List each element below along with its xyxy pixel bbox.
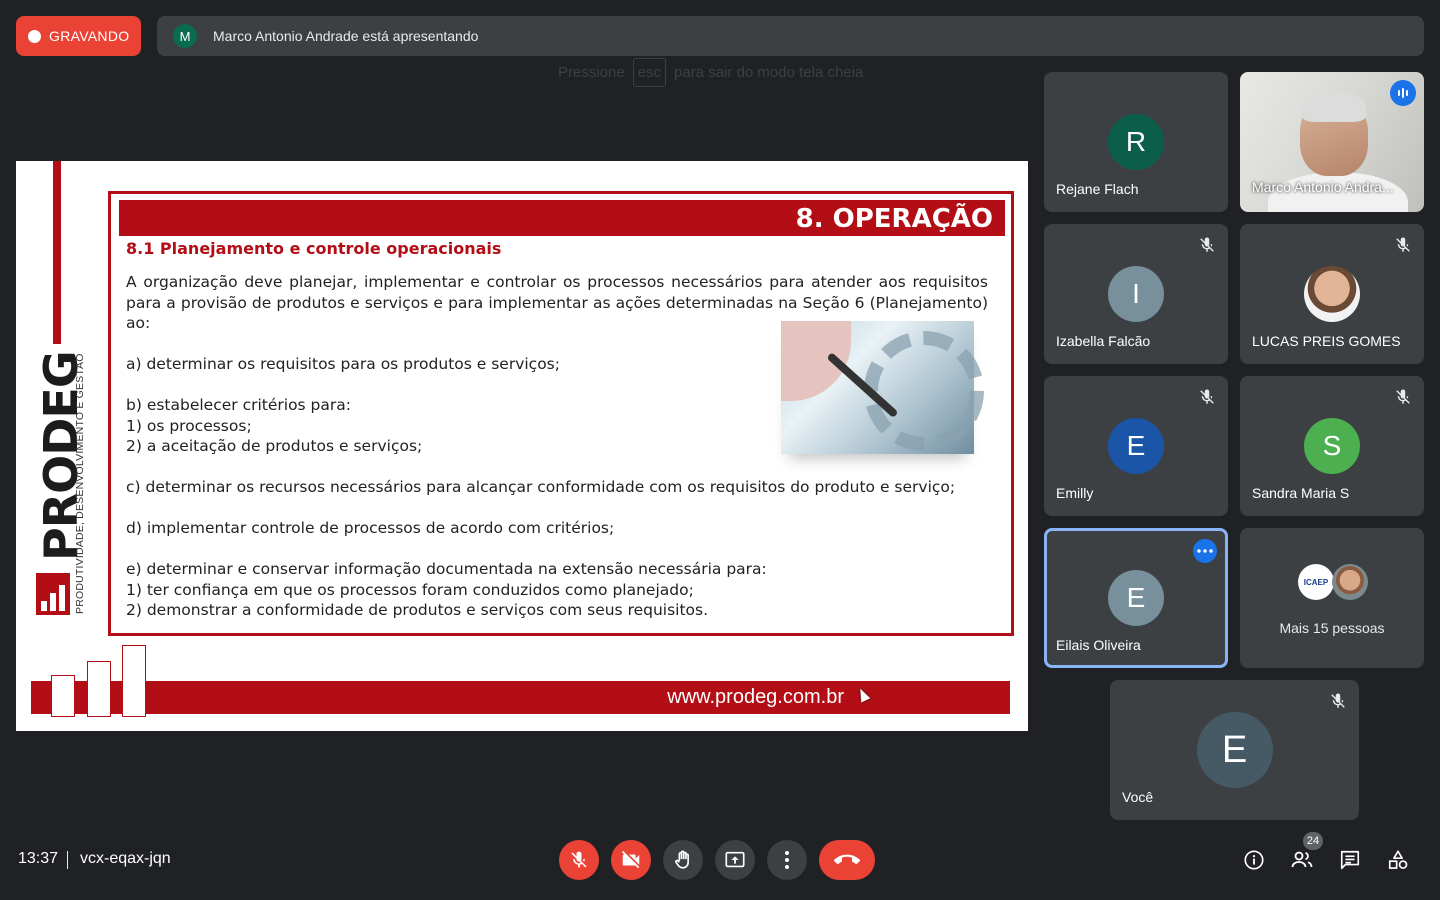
participant-name: Emilly xyxy=(1056,485,1094,501)
people-icon xyxy=(1291,851,1313,868)
presenter-text: Marco Antonio Andrade está apresentando xyxy=(213,28,479,44)
presenter-avatar: M xyxy=(173,24,197,48)
slide-item-e: e) determinar e conservar informação doc… xyxy=(126,560,767,578)
participant-count-badge: 24 xyxy=(1303,832,1323,850)
avatar: E xyxy=(1108,418,1164,474)
slide-pen-gear-image xyxy=(781,321,984,454)
avatar: E xyxy=(1196,712,1273,788)
participant-name: Rejane Flach xyxy=(1056,181,1139,197)
slide-header-bar: 8. OPERAÇÃO xyxy=(119,200,1005,236)
self-tile[interactable]: E Você xyxy=(1110,680,1359,820)
avatar: R xyxy=(1108,114,1164,170)
fullscreen-hint: Pressione esc para sair do modo tela che… xyxy=(558,57,864,87)
activities-icon xyxy=(1388,850,1408,869)
chat-icon xyxy=(1340,850,1360,870)
raise-hand-button[interactable] xyxy=(663,840,703,880)
more-options-icon xyxy=(785,851,789,869)
prodeg-logo-mark xyxy=(36,573,70,615)
present-icon xyxy=(725,851,745,868)
end-call-icon xyxy=(834,854,860,865)
participant-tile-izabella[interactable]: I Izabella Falcão xyxy=(1044,224,1228,364)
speaking-indicator-icon xyxy=(1390,80,1416,106)
camera-toggle-button[interactable] xyxy=(611,840,651,880)
slide-accent-line xyxy=(53,161,61,344)
fullscreen-hint-after: para sair do modo tela cheia xyxy=(674,63,864,81)
avatar: E xyxy=(1108,570,1164,626)
slide-subtitle: 8.1 Planejamento e controle operacionais xyxy=(126,239,502,258)
participant-name: LUCAS PREIS GOMES xyxy=(1252,333,1401,349)
participant-name: Sandra Maria S xyxy=(1252,485,1350,501)
participant-name: Eilais Oliveira xyxy=(1056,637,1141,653)
more-participants-tile[interactable]: ICAEP Mais 15 pessoas xyxy=(1240,528,1424,668)
fullscreen-hint-before: Pressione xyxy=(558,63,625,81)
clock: 13:37 xyxy=(18,850,59,867)
leave-call-button[interactable] xyxy=(819,840,875,880)
avatar: I xyxy=(1108,266,1164,322)
recording-label: GRAVANDO xyxy=(49,28,130,44)
participant-tile-emilly[interactable]: E Emilly xyxy=(1044,376,1228,516)
mic-off-icon xyxy=(1396,237,1410,252)
mic-off-icon xyxy=(571,851,587,868)
slide-item-e2: 2) demonstrar a conformidade de produtos… xyxy=(126,601,709,619)
slide-content-box: 8. OPERAÇÃO 8.1 Planejamento e controle … xyxy=(108,191,1014,636)
presentation-slide: PRODEG PRODUTIVIDADE, DESENVOLVIMENTO E … xyxy=(16,161,1028,731)
slide-header-title: 8. OPERAÇÃO xyxy=(795,204,993,234)
more-options-icon[interactable] xyxy=(1193,539,1217,563)
avatar xyxy=(1332,564,1368,600)
slide-item-c: c) determinar os recursos necessários pa… xyxy=(126,478,956,496)
present-screen-button[interactable] xyxy=(715,840,755,880)
prodeg-logo-subtitle: PRODUTIVIDADE, DESENVOLVIMENTO E GESTÃO xyxy=(74,353,86,614)
mic-off-icon xyxy=(1331,693,1345,708)
recording-badge[interactable]: GRAVANDO xyxy=(16,16,141,56)
participants-button[interactable] xyxy=(1288,846,1316,874)
esc-key: esc xyxy=(632,57,667,87)
slide-bar-decoration xyxy=(51,675,75,717)
more-participants-label: Mais 15 pessoas xyxy=(1279,620,1385,636)
more-options-button[interactable] xyxy=(767,840,807,880)
divider xyxy=(67,851,68,869)
participant-tile-lucas[interactable]: LUCAS PREIS GOMES xyxy=(1240,224,1424,364)
participant-tile-rejane[interactable]: R Rejane Flach xyxy=(1044,72,1228,212)
chat-button[interactable] xyxy=(1336,846,1364,874)
slide-bar-decoration xyxy=(87,661,111,717)
info-icon xyxy=(1244,850,1264,870)
avatar: S xyxy=(1304,418,1360,474)
mic-off-icon xyxy=(1200,237,1214,252)
participant-tile-eilais[interactable]: E Eilais Oliveira xyxy=(1044,528,1228,668)
slide-item-e1: 1) ter confiança em que os processos for… xyxy=(126,580,694,599)
meeting-details-button[interactable] xyxy=(1240,846,1268,874)
participant-name: Izabella Falcão xyxy=(1056,333,1151,349)
recording-dot-icon xyxy=(28,29,41,43)
mic-off-icon xyxy=(1396,389,1410,404)
activities-button[interactable] xyxy=(1384,846,1412,874)
slide-item-d: d) implementar controle de processos de … xyxy=(126,519,615,537)
camera-off-icon xyxy=(621,850,640,869)
slide-bar-decoration xyxy=(122,645,146,717)
avatar-photo xyxy=(1304,266,1360,322)
participant-tile-marco-video[interactable]: Marco Antonio Andra... xyxy=(1240,72,1424,212)
meeting-code: vcx-eqax-jqn xyxy=(80,850,171,867)
mic-toggle-button[interactable] xyxy=(559,840,599,880)
raise-hand-icon xyxy=(675,850,689,869)
participant-name: Marco Antonio Andra... xyxy=(1252,179,1394,195)
participant-name: Você xyxy=(1122,789,1154,805)
mic-off-icon xyxy=(1200,389,1214,404)
participant-tile-sandra[interactable]: S Sandra Maria S xyxy=(1240,376,1424,516)
slide-footer-url: www.prodeg.com.br xyxy=(667,686,844,708)
presenter-bar: M Marco Antonio Andrade está apresentand… xyxy=(157,16,1424,56)
avatar: ICAEP xyxy=(1298,564,1334,600)
